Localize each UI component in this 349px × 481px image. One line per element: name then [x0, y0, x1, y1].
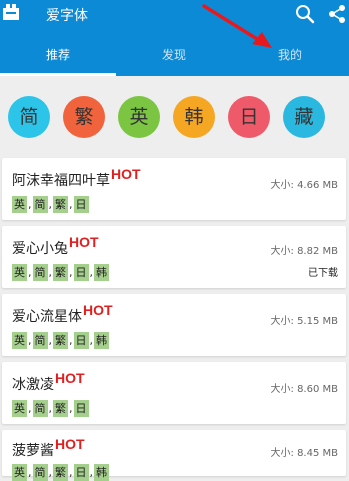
font-card[interactable]: 爱心小兔HOT 大小: 8.82 MB 已下载 英, 简, 繁, 日, 韩 — [2, 226, 346, 288]
hot-badge: HOT — [69, 234, 99, 250]
filter-english[interactable]: 英 — [118, 96, 160, 138]
share-icon[interactable] — [326, 3, 348, 25]
lang-tag: 韩 — [94, 464, 109, 481]
download-status: 已下载 — [308, 268, 338, 279]
language-tags: 英, 简, 繁, 日, 韩 — [12, 464, 109, 481]
tab-discover-label: 发现 — [161, 48, 186, 62]
app-title: 爱字体 — [46, 8, 88, 24]
lang-tag: 简 — [32, 196, 48, 213]
filter-label: 藏 — [294, 106, 314, 128]
lang-tag: 繁 — [53, 400, 68, 417]
font-name: 阿沫幸福四叶草HOT — [12, 166, 141, 189]
hot-badge: HOT — [55, 370, 85, 386]
filter-korean[interactable]: 韩 — [173, 96, 215, 138]
font-name: 爱心流星体HOT — [12, 302, 113, 325]
tab-recommend[interactable]: 推荐 — [0, 38, 116, 76]
filter-label: 英 — [129, 106, 149, 128]
lang-tag: 日 — [73, 332, 89, 349]
font-card[interactable]: 阿沫幸福四叶草HOT 大小: 4.66 MB 英, 简, 繁, 日 — [2, 158, 346, 220]
lang-tag: 繁 — [53, 196, 68, 213]
search-icon[interactable] — [294, 3, 316, 25]
tab-mine-label: 我的 — [277, 48, 302, 62]
lang-tag: 简 — [32, 400, 48, 417]
font-size-label: 大小: 8.45 MB — [270, 448, 338, 459]
font-size-label: 大小: 5.15 MB — [270, 316, 338, 327]
language-tags: 英, 简, 繁, 日 — [12, 400, 89, 417]
lang-tag: 英 — [12, 196, 27, 213]
lang-tag: 繁 — [53, 332, 68, 349]
lang-tag: 日 — [73, 400, 89, 417]
lang-tag: 韩 — [94, 332, 109, 349]
filter-label: 日 — [239, 106, 259, 128]
hot-badge: HOT — [111, 166, 141, 182]
app-bar: 爱字体 推荐 发现 我的 — [0, 0, 349, 76]
lang-tag: 英 — [12, 332, 27, 349]
lang-tag: 韩 — [94, 264, 109, 281]
lang-tag: 简 — [32, 264, 48, 281]
font-name: 菠萝酱HOT — [12, 436, 85, 459]
app-logo-icon — [3, 4, 19, 20]
tab-mine[interactable]: 我的 — [232, 38, 348, 76]
hot-badge: HOT — [83, 302, 113, 318]
font-card[interactable]: 菠萝酱HOT 大小: 8.45 MB 英, 简, 繁, 日, 韩 — [2, 430, 346, 481]
lang-tag: 英 — [12, 400, 27, 417]
font-name: 爱心小兔HOT — [12, 234, 99, 257]
lang-tag: 繁 — [53, 264, 68, 281]
font-card[interactable]: 爱心流星体HOT 大小: 5.15 MB 英, 简, 繁, 日, 韩 — [2, 294, 346, 356]
lang-tag: 简 — [32, 332, 48, 349]
language-tags: 英, 简, 繁, 日, 韩 — [12, 332, 109, 349]
filter-label: 繁 — [74, 106, 94, 128]
lang-tag: 日 — [73, 464, 89, 481]
lang-tag: 简 — [32, 464, 48, 481]
lang-tag: 英 — [12, 464, 27, 481]
filter-traditional[interactable]: 繁 — [63, 96, 105, 138]
filter-tibetan[interactable]: 藏 — [283, 96, 325, 138]
lang-tag: 繁 — [53, 464, 68, 481]
lang-tag: 日 — [73, 196, 89, 213]
font-size-label: 大小: 4.66 MB — [270, 180, 338, 191]
tab-active-indicator — [0, 73, 116, 76]
font-name: 冰激凌HOT — [12, 370, 85, 393]
font-card[interactable]: 冰激凌HOT 大小: 8.60 MB 英, 简, 繁, 日 — [2, 362, 346, 424]
filter-label: 韩 — [184, 106, 204, 128]
filter-japanese[interactable]: 日 — [228, 96, 270, 138]
lang-tag: 日 — [73, 264, 89, 281]
filter-label: 简 — [19, 106, 39, 128]
lang-tag: 英 — [12, 264, 27, 281]
font-size-label: 大小: 8.60 MB — [270, 384, 338, 395]
font-size-label: 大小: 8.82 MB — [270, 246, 338, 257]
language-tags: 英, 简, 繁, 日, 韩 — [12, 264, 109, 281]
tab-discover[interactable]: 发现 — [116, 38, 232, 76]
language-tags: 英, 简, 繁, 日 — [12, 196, 89, 213]
hot-badge: HOT — [55, 436, 85, 452]
filter-simplified[interactable]: 简 — [8, 96, 50, 138]
tab-recommend-label: 推荐 — [45, 48, 70, 62]
